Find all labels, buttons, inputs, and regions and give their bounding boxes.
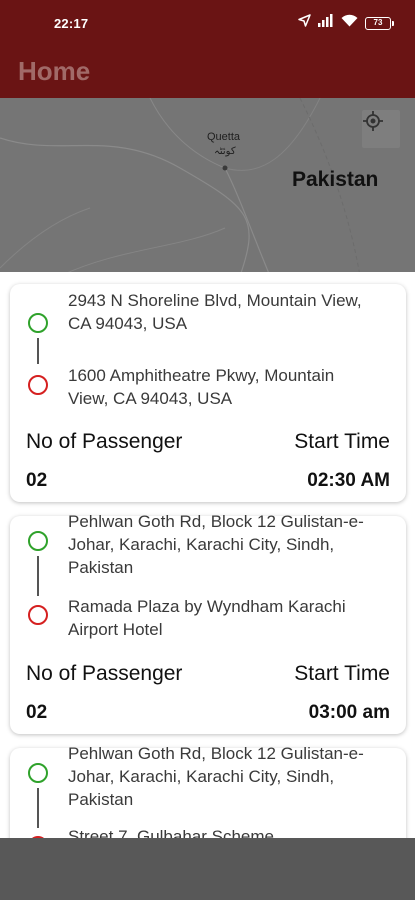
start-time-label: Start Time [294,662,390,685]
start-time-value: 03:00 am [308,702,390,723]
pickup-address: Pehlwan Goth Rd, Block 12 Gulistan-e-Joh… [68,744,364,809]
route-connector [37,338,39,364]
map-city-label: Quetta [207,131,241,143]
status-time: 22:17 [54,16,89,31]
passenger-count-value: 02 [26,702,48,723]
battery-icon: 73 [365,16,394,30]
map-view[interactable]: Quetta کوئٹہ Pakistan [0,98,415,276]
dropoff-address: Street 7, Gulbahar Scheme [68,827,275,838]
wifi-icon [341,14,358,32]
bottom-navigation-bar [0,838,415,900]
trip-card[interactable]: Pehlwan Goth Rd, Block 12 Gulistan-e-Joh… [10,744,406,838]
route-connector [37,788,39,828]
trip-card[interactable]: 2943 N Shoreline Blvd, Mountain View, CA… [10,284,406,502]
dropoff-address: Ramada Plaza by Wyndham Karachi Airport … [68,597,346,639]
route-connector [37,556,39,596]
passenger-count-label: No of Passenger [26,430,183,453]
start-time-label: Start Time [294,430,390,453]
map-city-label-urdu: کوئٹہ [214,146,236,157]
dropoff-marker-icon [28,605,48,625]
passenger-count-label: No of Passenger [26,662,183,685]
map-country-label: Pakistan [292,168,379,191]
page-title: Home [18,56,91,86]
pickup-marker-icon [28,763,48,783]
my-location-button[interactable] [362,110,400,148]
dropoff-address: 1600 Amphitheatre Pkwy, Mountain View, C… [68,366,335,408]
trip-card[interactable]: Pehlwan Goth Rd, Block 12 Gulistan-e-Joh… [10,512,406,734]
status-icons: 73 [298,14,394,32]
start-time-value: 02:30 AM [307,470,390,491]
passenger-count-value: 02 [26,470,48,491]
status-bar: 22:17 73 [0,0,415,46]
pickup-address: Pehlwan Goth Rd, Block 12 Gulistan-e-Joh… [68,512,364,577]
signal-icon [318,14,334,32]
dropoff-marker-icon [28,375,48,395]
pickup-address: 2943 N Shoreline Blvd, Mountain View, CA… [68,291,362,333]
pickup-marker-icon [28,531,48,551]
trip-list[interactable]: 2943 N Shoreline Blvd, Mountain View, CA… [0,272,415,838]
pickup-marker-icon [28,313,48,333]
location-arrow-icon [298,14,311,32]
app-bar: Home [0,46,415,98]
